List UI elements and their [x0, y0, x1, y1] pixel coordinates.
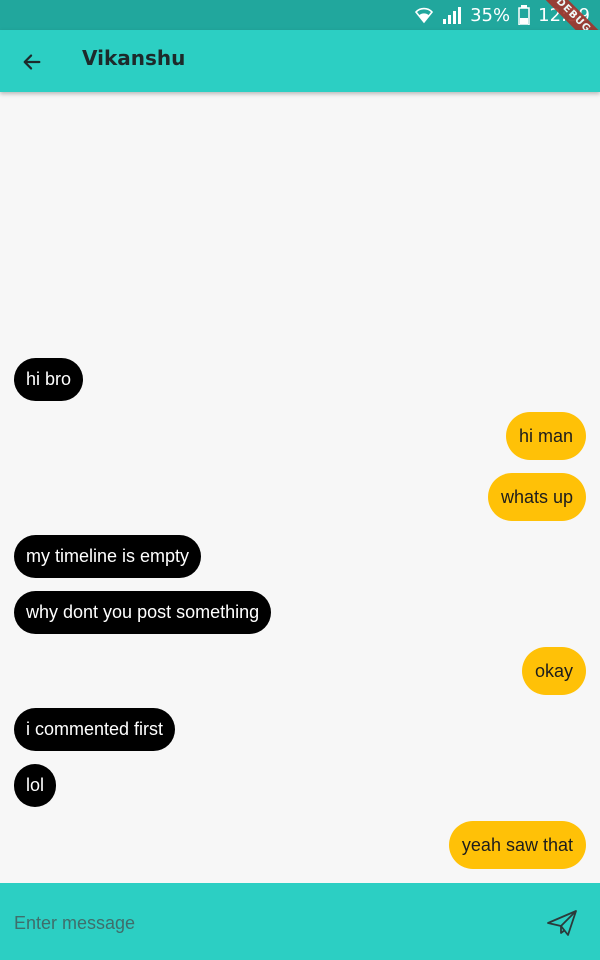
- message-outgoing: whats up: [487, 473, 586, 521]
- send-button[interactable]: [544, 905, 580, 941]
- wifi-icon: [414, 5, 434, 25]
- arrow-left-icon: [23, 54, 41, 70]
- status-bar: 35% 12:39 DEBUG: [0, 0, 600, 61]
- message-incoming: i commented first: [14, 708, 176, 751]
- message-incoming: why dont you post something: [14, 591, 272, 634]
- signal-icon: [442, 5, 462, 25]
- message-outgoing: yeah saw that: [448, 821, 586, 869]
- message-outgoing: hi man: [505, 412, 586, 460]
- compose-bar: [0, 883, 600, 960]
- chat-title: Vikanshu: [82, 46, 186, 70]
- app-bar: Vikanshu: [0, 30, 600, 92]
- message-incoming: lol: [14, 764, 57, 807]
- message-input[interactable]: [12, 905, 516, 941]
- message-outgoing: okay: [521, 647, 586, 695]
- send-icon: [547, 910, 577, 936]
- message-incoming: hi bro: [14, 358, 84, 401]
- battery-icon: [518, 5, 530, 25]
- back-button[interactable]: [14, 44, 50, 80]
- chat-screen: 35% 12:39 DEBUG Vikanshu hi bro hi man w…: [0, 0, 600, 960]
- message-list[interactable]: hi bro hi man whats up my timeline is em…: [0, 92, 600, 883]
- message-incoming: my timeline is empty: [14, 535, 202, 578]
- battery-percent: 35%: [470, 4, 511, 26]
